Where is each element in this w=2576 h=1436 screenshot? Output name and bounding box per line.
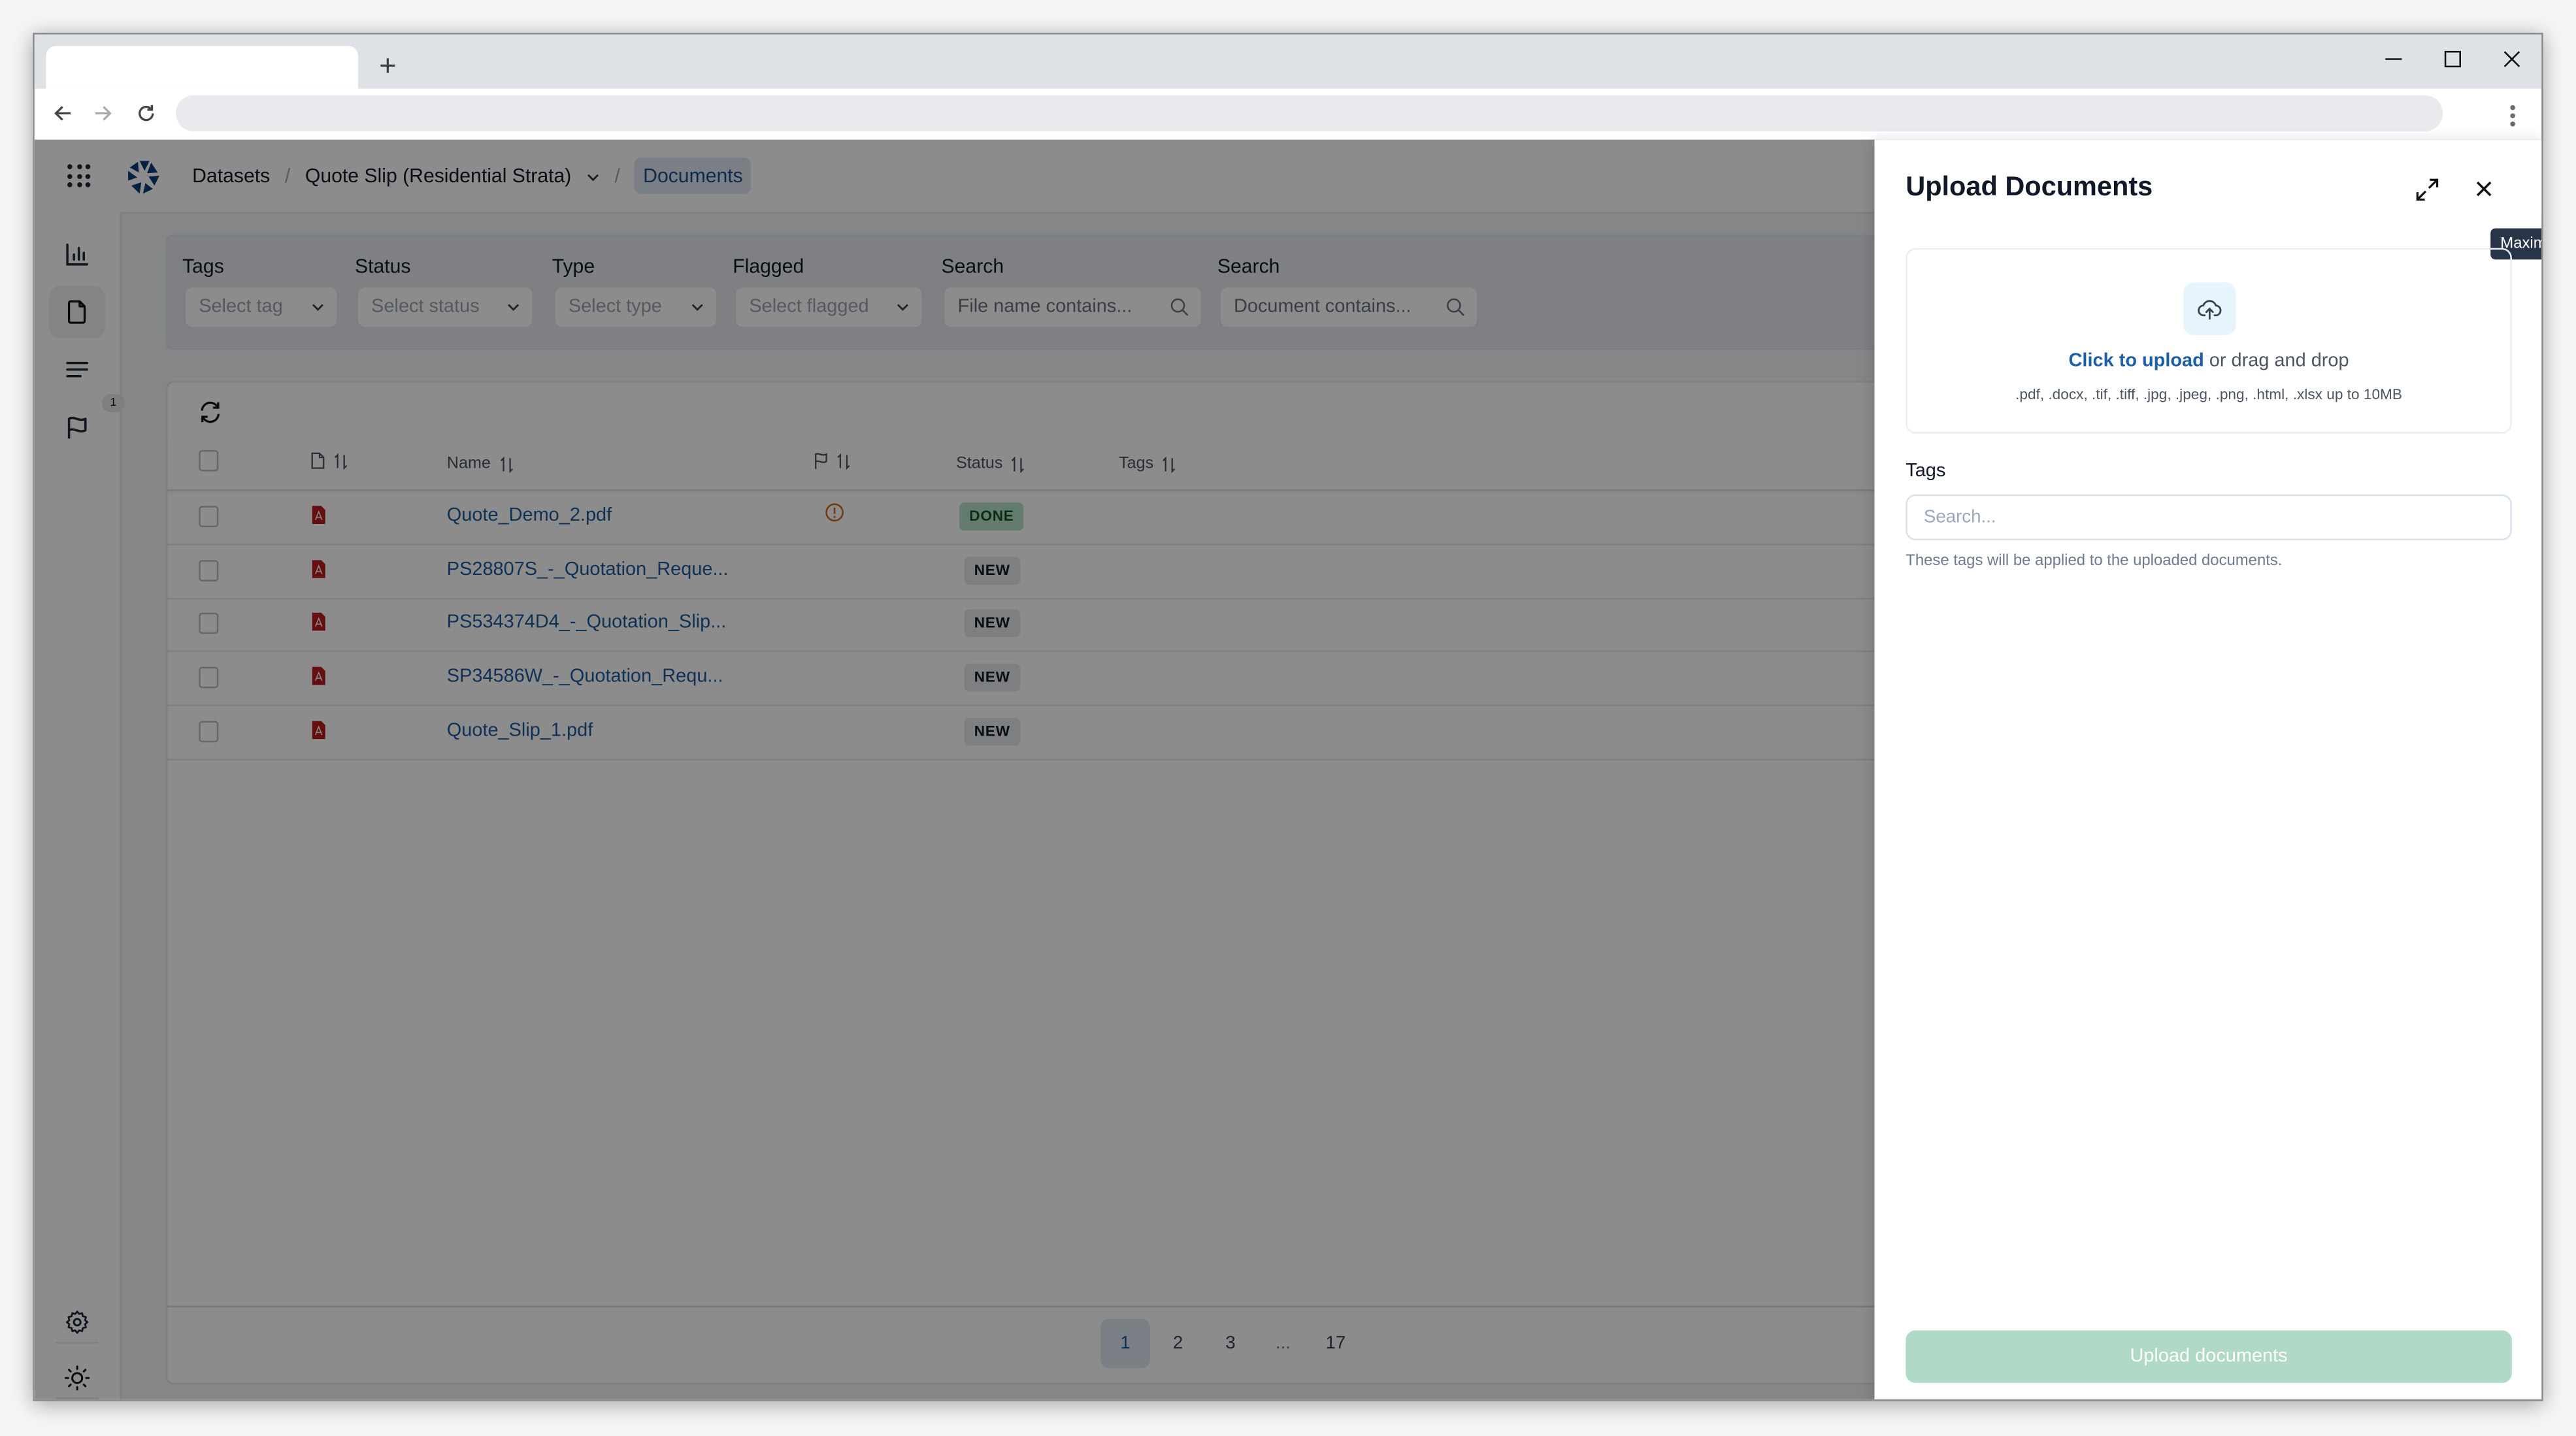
tags-help-text: These tags will be applied to the upload… [1906, 551, 2283, 570]
close-window-icon [2503, 51, 2520, 67]
browser-tab[interactable] [46, 46, 359, 89]
close-window-button[interactable] [2483, 41, 2542, 77]
back-button[interactable] [46, 97, 78, 129]
file-dropzone[interactable]: Click to upload or drag and drop .pdf, .… [1906, 248, 2512, 434]
click-to-upload-link[interactable]: Click to upload [2069, 351, 2204, 371]
tags-search-input[interactable] [1906, 494, 2512, 541]
expand-icon [2415, 178, 2437, 200]
dot-icon [2509, 120, 2515, 126]
upload-instructions: Click to upload or drag and drop [1907, 351, 2511, 371]
forward-button[interactable] [87, 97, 120, 129]
arrow-left-icon [54, 106, 71, 121]
tab-bar: + [34, 34, 2542, 89]
new-tab-button[interactable]: + [373, 48, 403, 84]
dot-icon [2509, 112, 2515, 118]
panel-title: Upload Documents [1906, 172, 2153, 203]
close-panel-button[interactable] [2469, 174, 2499, 203]
dot-icon [2509, 104, 2515, 110]
address-bar [34, 88, 2542, 142]
minimize-icon [2385, 58, 2402, 60]
close-icon [2476, 181, 2492, 197]
upload-documents-button[interactable]: Upload documents [1906, 1330, 2512, 1383]
maximize-window-button[interactable] [2423, 41, 2483, 77]
upload-icon-box [2183, 282, 2236, 335]
drag-drop-text: or drag and drop [2204, 351, 2349, 372]
reload-icon [139, 105, 154, 122]
reload-button[interactable] [130, 97, 163, 129]
maximize-window-icon [2444, 50, 2461, 68]
screen: + Datasets / Quote Slip (Residential Str… [0, 0, 2576, 1436]
browser-menu-button[interactable] [2499, 99, 2525, 131]
url-input[interactable] [175, 95, 2443, 132]
browser-window: + Datasets / Quote Slip (Residential Str… [33, 33, 2543, 1401]
minimize-button[interactable] [2364, 41, 2424, 77]
cloud-upload-icon [2198, 300, 2222, 320]
accepted-formats: .pdf, .docx, .tif, .tiff, .jpg, .jpeg, .… [2015, 385, 2403, 402]
upload-documents-panel: Upload Documents Maximize Click to uploa… [1874, 139, 2542, 1399]
arrow-right-icon [95, 106, 112, 121]
tags-label: Tags [1906, 461, 1946, 481]
maximize-panel-button[interactable] [2412, 174, 2441, 203]
